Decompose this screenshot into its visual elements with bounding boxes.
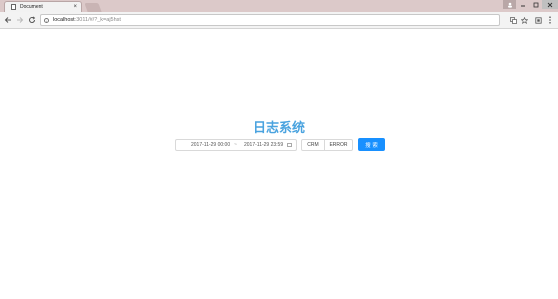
star-icon[interactable] (519, 14, 529, 26)
maximize-icon[interactable] (529, 0, 542, 9)
end-date-input[interactable]: 2017-11-29 23:59 (244, 140, 283, 150)
translate-icon[interactable] (508, 14, 518, 26)
new-tab-button[interactable] (84, 3, 102, 12)
date-range-picker[interactable]: 2017-11-29 00:00 ~ 2017-11-29 23:59 (175, 139, 297, 151)
menu-icon[interactable] (545, 14, 555, 26)
tab-strip: Document × (0, 0, 558, 12)
filter-error-button[interactable]: ERROR (324, 139, 353, 151)
start-date-input[interactable]: 2017-11-29 00:00 (191, 140, 230, 150)
page-title: 日志系统 (252, 121, 305, 136)
tab-title: Document (20, 4, 43, 10)
browser-toolbar: i localhost:3011/#/?_k=aj5hst (0, 12, 558, 29)
info-icon[interactable]: i (44, 17, 49, 24)
forward-icon[interactable] (15, 15, 25, 25)
address-bar[interactable]: i localhost:3011/#/?_k=aj5hst (40, 14, 500, 26)
minimize-icon[interactable] (516, 0, 529, 9)
filter-crm-button[interactable]: CRM (301, 139, 325, 151)
url-path: :3011/#/?_k=aj5hst (74, 17, 121, 23)
back-icon[interactable] (3, 15, 13, 25)
tab-close-icon[interactable]: × (73, 4, 77, 10)
reload-icon[interactable] (27, 15, 37, 25)
document-icon (11, 4, 16, 10)
range-separator: ~ (234, 142, 237, 148)
calendar-icon[interactable] (287, 143, 292, 147)
url-text[interactable]: localhost:3011/#/?_k=aj5hst (53, 17, 121, 23)
extension-icon[interactable] (533, 14, 543, 26)
browser-tab[interactable]: Document × (4, 1, 82, 12)
profile-icon[interactable] (503, 0, 516, 9)
window-close-icon[interactable] (542, 0, 558, 9)
url-host: localhost (53, 17, 75, 23)
search-button[interactable]: 搜 索 (358, 138, 385, 151)
